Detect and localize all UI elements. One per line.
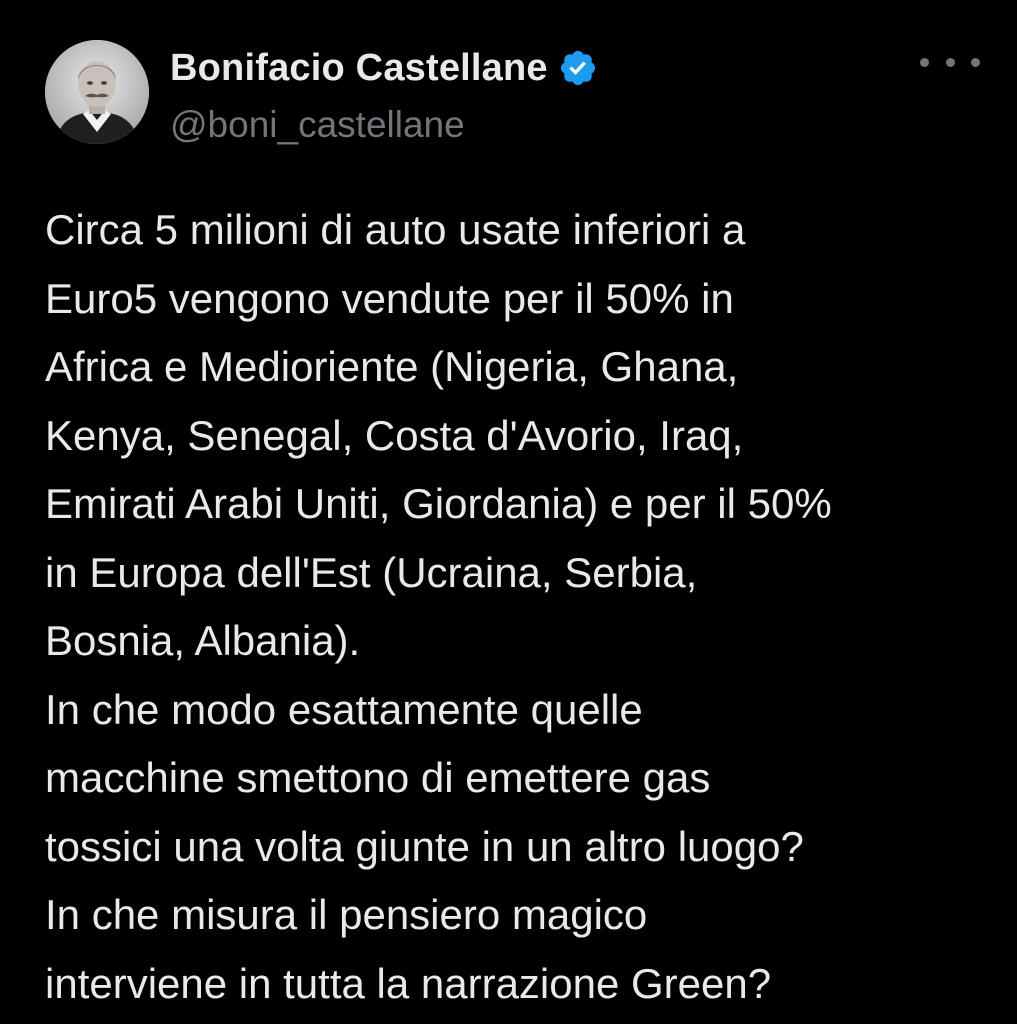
author-handle[interactable]: @boni_castellane (170, 104, 598, 146)
tweet-text-line: macchine smettono di emettere gas (45, 754, 711, 801)
tweet-text-line: tossici una volta giunte in un altro luo… (45, 822, 804, 870)
tweet-text-line: Africa e Medioriente (Nigeria, Ghana, (45, 343, 739, 390)
more-dot (920, 57, 929, 67)
tweet-text: Circa 5 milioni di auto usate inferiori … (45, 196, 1005, 1018)
author-name-row: Bonifacio Castellane (170, 44, 598, 92)
avatar-portrait-image (45, 40, 149, 144)
tweet-header: Bonifacio Castellane @boni_castellane (170, 44, 598, 146)
tweet-text-line: Kenya, Senegal, Costa d'Avorio, Iraq, (45, 411, 744, 459)
tweet-text-line: Circa 5 milioni di auto usate inferiori … (45, 206, 746, 253)
tweet-text-line: Emirati Arabi Uniti, Giordania) e per il… (45, 480, 832, 527)
avatar[interactable] (45, 40, 149, 144)
more-dot (971, 57, 980, 67)
tweet-card: Bonifacio Castellane @boni_castellane Ci… (0, 0, 1017, 1024)
more-options-icon[interactable] (920, 50, 980, 74)
tweet-text-line: In che misura il pensiero magico (45, 891, 648, 938)
author-display-name[interactable]: Bonifacio Castellane (170, 47, 548, 90)
more-dot (945, 57, 955, 67)
tweet-text-line: in Europa dell'Est (Ucraina, Serbia, (45, 548, 698, 596)
tweet-text-line: In che modo esattamente quelle (45, 685, 643, 733)
tweet-text-line: Euro5 vengono vendute per il 50% in (45, 274, 734, 322)
tweet-text-line: interviene in tutta la narrazione Green? (45, 959, 772, 1007)
tweet-text-line: Bosnia, Albania). (45, 617, 361, 664)
verified-badge-icon (558, 48, 598, 88)
